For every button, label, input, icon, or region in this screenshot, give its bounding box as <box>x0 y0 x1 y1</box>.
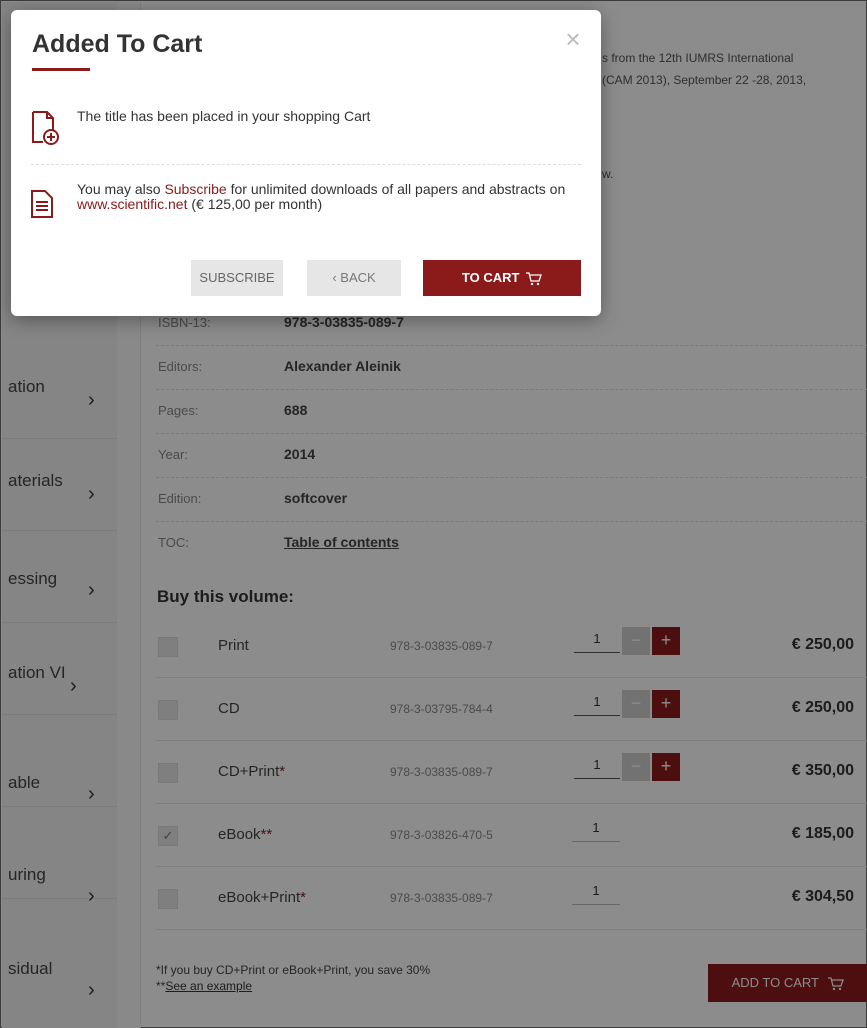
title-underline <box>32 68 90 71</box>
added-to-cart-dialog: Added To Cart × The title has been place… <box>11 10 601 316</box>
to-cart-label: TO CART <box>461 270 520 285</box>
site-link[interactable]: www.scientific.net <box>77 196 187 212</box>
subscribe-price-text: (€ 125,00 per month) <box>187 196 323 212</box>
subscribe-message: You may also Subscribe for unlimited dow… <box>77 182 577 212</box>
document-add-icon <box>32 111 59 145</box>
dialog-divider <box>31 164 581 165</box>
subscribe-link[interactable]: Subscribe <box>164 181 226 197</box>
subscribe-button[interactable]: SUBSCRIBE <box>191 260 283 296</box>
back-button[interactable]: ‹ BACK <box>307 260 401 296</box>
close-icon[interactable]: × <box>561 26 585 52</box>
added-message: The title has been placed in your shoppi… <box>77 108 371 124</box>
dialog-title: Added To Cart <box>32 30 203 58</box>
subscribe-message-text: for unlimited downloads of all papers an… <box>226 181 566 197</box>
document-icon <box>31 190 53 218</box>
cart-icon <box>526 271 542 285</box>
to-cart-button[interactable]: TO CART <box>423 260 581 296</box>
subscribe-message-text: You may also <box>77 181 165 197</box>
